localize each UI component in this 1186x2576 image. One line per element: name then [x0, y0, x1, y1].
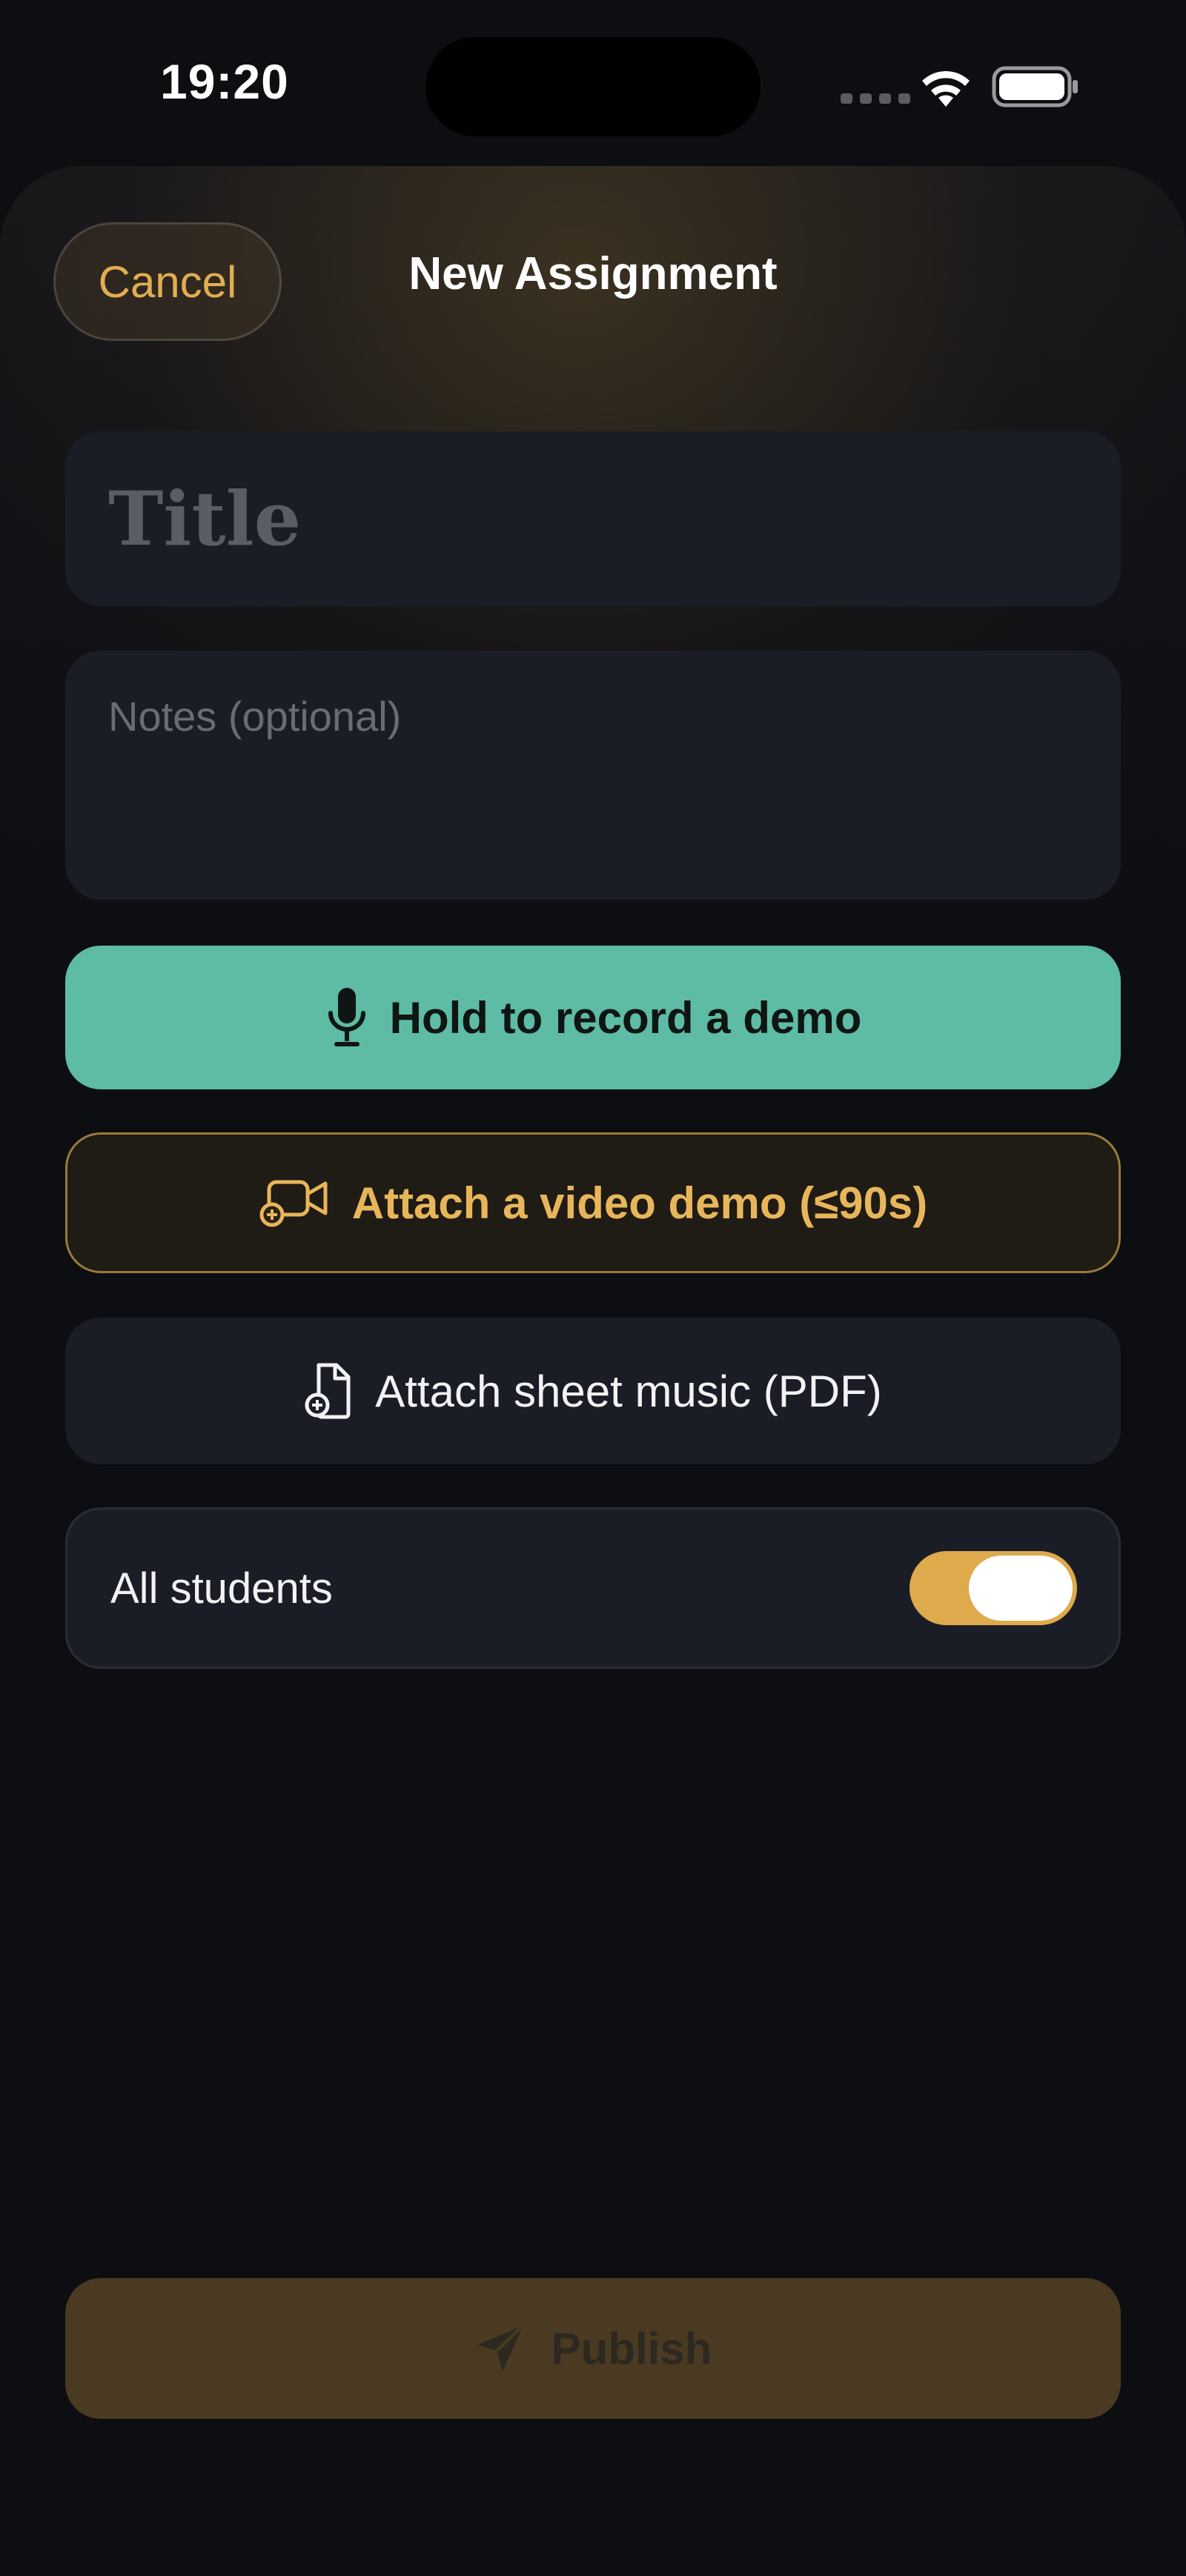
send-icon [477, 2324, 525, 2371]
all-students-row: All students [65, 1507, 1121, 1669]
video-add-icon [259, 1180, 328, 1227]
publish-button[interactable]: Publish [65, 2278, 1121, 2419]
new-assignment-sheet: Cancel New Assignment Title Notes (optio… [0, 166, 1186, 2576]
attach-video-label: Attach a video demo (≤90s) [351, 1178, 928, 1228]
notes-input[interactable]: Notes (optional) [65, 651, 1121, 900]
attach-sheet-music-button[interactable]: Attach sheet music (PDF) [65, 1318, 1121, 1464]
all-students-toggle[interactable] [910, 1551, 1077, 1625]
status-bar: 19:20 [0, 0, 1186, 148]
publish-label: Publish [551, 2323, 712, 2374]
record-demo-label: Hold to record a demo [389, 992, 862, 1043]
all-students-label: All students [110, 1564, 333, 1613]
document-add-icon [305, 1363, 351, 1419]
title-input[interactable]: Title [65, 431, 1121, 606]
page-title: New Assignment [408, 248, 778, 299]
battery-icon [992, 66, 1078, 107]
attach-sheet-music-label: Attach sheet music (PDF) [375, 1366, 882, 1416]
toggle-knob [969, 1556, 1073, 1621]
microphone-icon [328, 988, 365, 1046]
dynamic-island [425, 37, 761, 136]
title-placeholder: Title [108, 475, 302, 562]
status-time: 19:20 [160, 54, 289, 109]
record-demo-button[interactable]: Hold to record a demo [65, 946, 1121, 1089]
notes-placeholder: Notes (optional) [108, 693, 402, 740]
attach-video-button[interactable]: Attach a video demo (≤90s) [65, 1132, 1121, 1273]
signal-dots-icon [841, 93, 910, 104]
wifi-icon [922, 71, 970, 107]
